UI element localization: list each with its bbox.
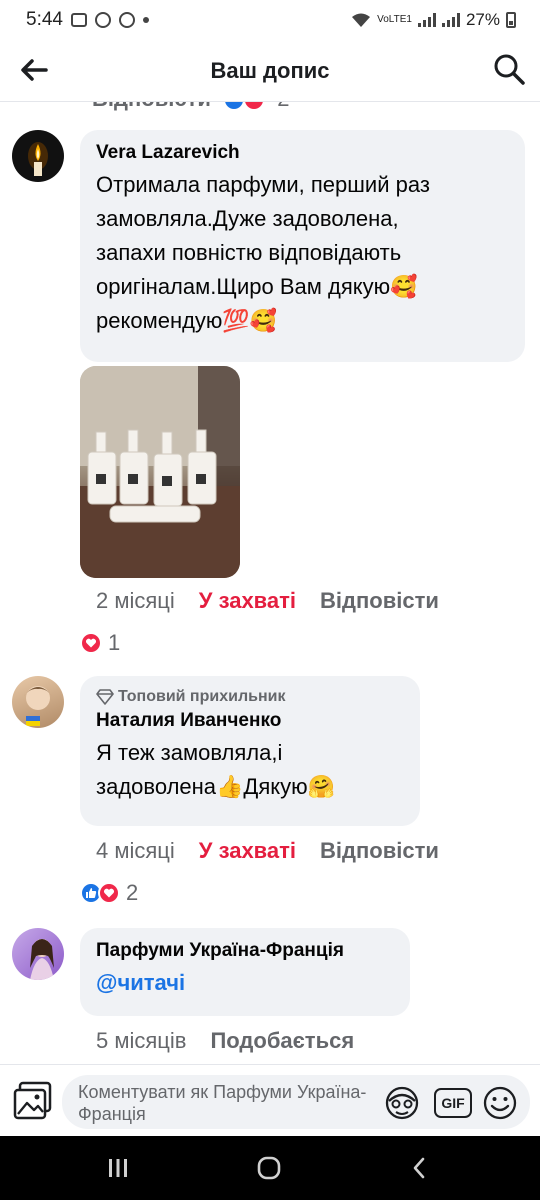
comment-actions: 2 місяці У захваті Відповісти [96, 588, 439, 614]
system-nav-bar [0, 1136, 540, 1200]
comment-time[interactable]: 5 місяців [96, 1028, 186, 1054]
viber-notification-icon [94, 12, 111, 28]
comment-photo[interactable] [80, 366, 240, 578]
viber-notification-icon-2 [118, 12, 135, 28]
top-fan-badge: Топовий прихильник [96, 688, 404, 706]
comment-author[interactable]: Парфуми Україна-Франція [96, 940, 394, 962]
love-button[interactable]: У захваті [199, 838, 296, 864]
more-notifications-icon [142, 17, 149, 23]
comment-text-line: оригіналам.Щиро Вам дякую🥰 [96, 274, 418, 299]
comment-text-line: запахи повністю відповідають [96, 240, 402, 265]
gif-icon[interactable]: GIF [434, 1088, 472, 1118]
reactions-count: 1 [108, 630, 121, 655]
avatar[interactable] [12, 130, 64, 182]
comment-bubble[interactable]: Парфуми Україна-Франція @читачі [80, 928, 410, 1016]
wifi-icon [352, 13, 371, 27]
comment-actions: 5 місяців Подобається [96, 1028, 354, 1054]
comment-text-line: рекомендую💯🥰 [96, 308, 278, 333]
comment-reactions[interactable]: 2 [80, 880, 138, 906]
comment-actions: 4 місяці У захваті Відповісти [96, 838, 439, 864]
search-icon[interactable] [492, 52, 526, 86]
like-button[interactable]: Подобається [210, 1028, 354, 1054]
comment-author[interactable]: Наталия Иванченко [96, 710, 404, 732]
page-title: Ваш допис [210, 57, 330, 83]
comment-text-line: задоволена👍Дякую🤗 [96, 774, 336, 799]
reactions-count: 2 [126, 880, 139, 905]
status-time: 5:44 [26, 9, 63, 30]
comment-bubble[interactable]: Vera Lazarevich Отримала парфуми, перший… [80, 130, 525, 362]
love-button[interactable]: У захваті [199, 588, 296, 614]
reply-button[interactable]: Відповісти [320, 588, 439, 614]
battery-icon [506, 12, 516, 28]
comment-time[interactable]: 4 місяці [96, 838, 175, 864]
avatar[interactable] [12, 676, 64, 728]
header: Ваш допис [0, 40, 540, 102]
status-left: 5:44 [26, 9, 149, 31]
mention-link[interactable]: @читачі [96, 970, 394, 996]
emoji-icon[interactable] [482, 1085, 518, 1121]
comment-bubble[interactable]: Топовий прихильник Наталия Иванченко Я т… [80, 676, 420, 826]
back-icon[interactable] [408, 1156, 432, 1180]
candle-icon [28, 142, 48, 176]
comment-input-placeholder: Коментувати як Парфуми Україна-Франція [78, 1082, 367, 1124]
battery-percent: 27% [465, 10, 500, 29]
comment-text-line: Я теж замовляла,і [96, 740, 283, 765]
page-profile-photo [30, 939, 54, 980]
comment-time[interactable]: 2 місяці [96, 588, 175, 614]
gallery-notification-icon [70, 13, 87, 27]
comment-text-line: Отримала парфуми, перший раз [96, 172, 430, 197]
avatar-sticker-icon[interactable] [384, 1085, 420, 1121]
diamond-icon [96, 689, 114, 705]
recent-apps-icon[interactable] [106, 1156, 130, 1180]
comment-input[interactable]: Коментувати як Парфуми Україна-Франція G… [62, 1075, 530, 1129]
signal-icon [417, 13, 436, 27]
comment-composer: Коментувати як Парфуми Україна-Франція G… [0, 1064, 540, 1136]
reply-button[interactable]: Відповісти [320, 838, 439, 864]
back-arrow-icon[interactable] [18, 54, 50, 86]
network-label: VoLTE1 [377, 14, 412, 25]
love-reaction-icon [98, 882, 120, 904]
gif-label: GIF [441, 1095, 465, 1111]
status-right: VoLTE1 27% [351, 10, 516, 30]
badge-label: Топовий прихильник [118, 688, 286, 705]
comment-text-line: замовляла.Дуже задоволена, [96, 206, 399, 231]
comment-reactions[interactable]: 1 [80, 630, 120, 656]
profile-photo [24, 686, 52, 726]
home-icon[interactable] [256, 1156, 282, 1180]
avatar[interactable] [12, 928, 64, 980]
signal-icon-2 [441, 13, 460, 27]
perfume-bottles-image [80, 366, 240, 578]
gallery-icon[interactable] [12, 1081, 54, 1121]
love-reaction-icon [80, 632, 102, 654]
comment-author[interactable]: Vera Lazarevich [96, 142, 509, 164]
status-bar: 5:44 VoLTE1 27% [0, 0, 540, 40]
